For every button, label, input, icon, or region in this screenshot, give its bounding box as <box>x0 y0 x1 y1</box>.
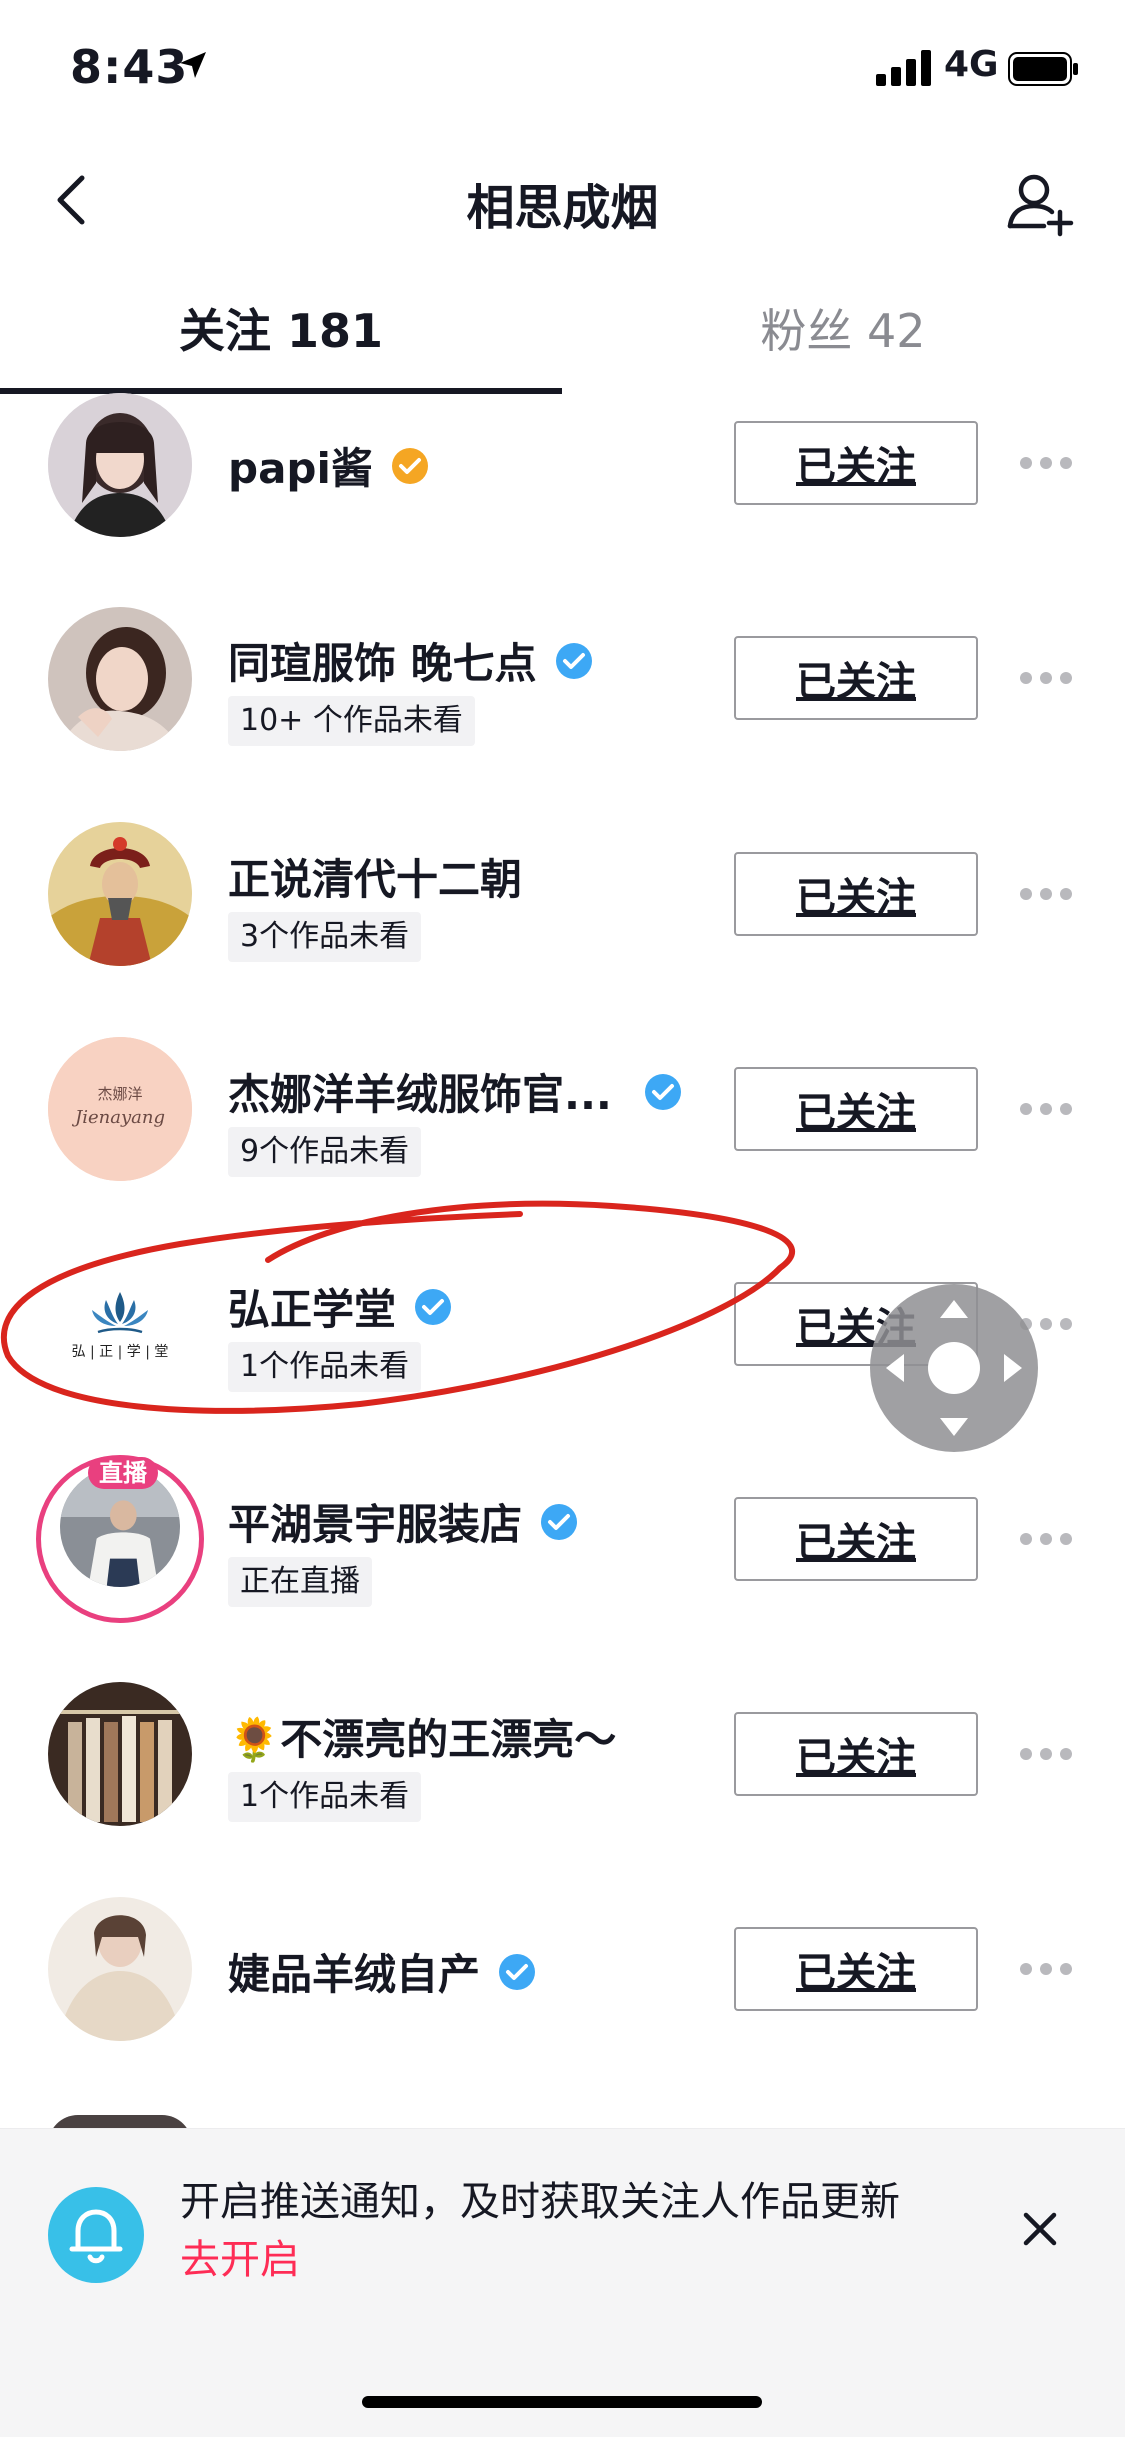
account-name: 弘正学堂 <box>228 1285 397 1334</box>
verified-gold-icon <box>391 447 428 484</box>
live-tag: 直播 <box>88 1457 158 1489</box>
location-arrow-icon <box>180 52 206 78</box>
verified-blue-icon <box>499 1953 536 1990</box>
account-name: 🌻不漂亮的王漂亮～ <box>228 1715 617 1764</box>
verified-blue-icon <box>644 1073 681 1110</box>
verified-blue-icon <box>415 1288 452 1325</box>
more-options-icon[interactable] <box>1018 1101 1074 1117</box>
unwatched-badge: 1个作品未看 <box>228 1342 422 1392</box>
unwatched-badge: 9个作品未看 <box>228 1127 422 1177</box>
tab-fans[interactable]: 粉丝 42 <box>562 295 1124 361</box>
push-message-text: 开启推送通知，及时获取关注人作品更新 <box>180 2179 900 2225</box>
bell-icon <box>48 2187 144 2283</box>
status-bar: 8:43 4G <box>0 0 1125 140</box>
more-options-icon[interactable] <box>1018 1531 1074 1547</box>
list-item[interactable]: 杰娜洋 Jienayang 杰娜洋羊绒服饰官... 9个作品未看 已关注 <box>0 1037 1125 1257</box>
avatar[interactable] <box>48 822 192 966</box>
account-name: 同瑄服饰 晚七点 <box>228 639 537 688</box>
live-status-badge: 正在直播 <box>228 1557 372 1607</box>
avatar[interactable]: 弘 | 正 | 学 | 堂 <box>48 1252 192 1396</box>
avatar[interactable] <box>48 1682 192 1826</box>
list-item[interactable]: 正说清代十二朝 3个作品未看 已关注 <box>0 822 1125 1042</box>
tab-active-indicator <box>0 388 562 394</box>
assistive-touch-button[interactable] <box>868 1282 1040 1454</box>
following-button[interactable]: 已关注 <box>734 852 978 936</box>
list-item[interactable]: papi酱 已关注 <box>0 393 1125 611</box>
following-button[interactable]: 已关注 <box>734 421 978 505</box>
account-name: 婕品羊绒自产 <box>228 1950 481 1999</box>
following-button[interactable]: 已关注 <box>734 636 978 720</box>
account-name: 杰娜洋羊绒服饰官... <box>228 1070 612 1119</box>
tab-bar: 关注 181 粉丝 42 <box>0 275 1125 395</box>
avatar[interactable]: 杰娜洋 Jienayang <box>48 1037 192 1181</box>
avatar-logo-text: 杰娜洋 <box>97 1085 142 1103</box>
close-icon[interactable] <box>1016 2205 1064 2253</box>
more-options-icon[interactable] <box>1018 886 1074 902</box>
following-button[interactable]: 已关注 <box>734 1712 978 1796</box>
avatar-logo-text: 弘 | 正 | 学 | 堂 <box>72 1344 169 1360</box>
enable-push-link[interactable]: 去开启 <box>180 2237 300 2283</box>
avatar[interactable] <box>48 393 192 537</box>
following-button[interactable]: 已关注 <box>734 1067 978 1151</box>
list-item[interactable]: 🌻不漂亮的王漂亮～ 1个作品未看 已关注 <box>0 1682 1125 1902</box>
status-time: 8:43 <box>70 40 189 94</box>
home-indicator <box>362 2396 762 2408</box>
network-type: 4G <box>944 44 999 85</box>
avatar[interactable] <box>48 607 192 751</box>
more-options-icon[interactable] <box>1018 1746 1074 1762</box>
unwatched-badge: 3个作品未看 <box>228 912 422 962</box>
more-options-icon[interactable] <box>1018 670 1074 686</box>
account-name: 平湖景宇服装店 <box>228 1500 523 1549</box>
list-item[interactable]: 同瑄服饰 晚七点 10+ 个作品未看 已关注 <box>0 607 1125 826</box>
push-message: 开启推送通知，及时获取关注人作品更新 去开启 <box>180 2173 940 2289</box>
list-item[interactable]: 婕品羊绒自产 已关注 <box>0 1897 1125 2117</box>
account-name: papi酱 <box>228 444 373 493</box>
add-friend-icon[interactable] <box>1004 168 1074 238</box>
following-button[interactable]: 已关注 <box>734 1497 978 1581</box>
more-options-icon[interactable] <box>1018 455 1074 471</box>
following-button[interactable]: 已关注 <box>734 1927 978 2011</box>
nav-bar: 相思成烟 <box>0 140 1125 260</box>
account-name: 正说清代十二朝 <box>228 855 523 904</box>
tab-following[interactable]: 关注 181 <box>0 295 562 361</box>
unwatched-badge: 10+ 个作品未看 <box>228 696 475 746</box>
unwatched-badge: 1个作品未看 <box>228 1772 422 1822</box>
list-item[interactable]: 直播 平湖景宇服装店 正在直播 已关注 <box>0 1455 1125 1687</box>
more-options-icon[interactable] <box>1018 1961 1074 1977</box>
verified-blue-icon <box>555 642 592 679</box>
avatar-logo-text: Jienayang <box>71 1107 165 1128</box>
page-title: 相思成烟 <box>466 180 659 236</box>
avatar[interactable] <box>48 1897 192 2041</box>
cellular-signal-icon <box>876 50 931 86</box>
verified-blue-icon <box>541 1503 578 1540</box>
battery-icon <box>1008 52 1078 86</box>
push-notification-banner: 开启推送通知，及时获取关注人作品更新 去开启 <box>0 2128 1125 2437</box>
